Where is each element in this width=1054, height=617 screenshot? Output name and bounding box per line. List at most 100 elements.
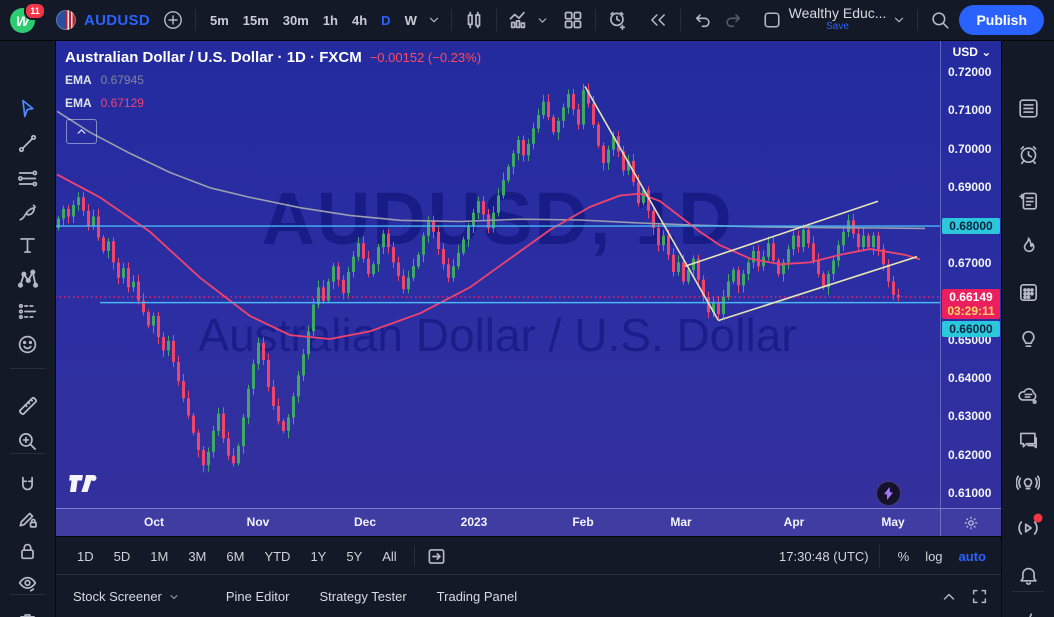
tool-zoom-in[interactable] xyxy=(11,426,45,456)
indicator-templates-button[interactable] xyxy=(534,5,552,35)
journal-button[interactable] xyxy=(1011,185,1045,215)
notifications-button[interactable] xyxy=(1011,561,1045,591)
tradingview-logo[interactable] xyxy=(69,474,99,496)
divider xyxy=(194,9,196,31)
candle-body xyxy=(322,287,325,301)
timeframe-button-4h[interactable]: 4h xyxy=(345,9,374,32)
candle-body xyxy=(537,115,540,129)
quick-search-button[interactable] xyxy=(925,5,955,35)
chart-settings-button[interactable] xyxy=(958,513,984,533)
range-button-5d[interactable]: 5D xyxy=(106,545,139,568)
price-label-68000: 0.68000 xyxy=(942,218,1000,234)
publish-button[interactable]: Publish xyxy=(959,5,1044,35)
range-button-3m[interactable]: 3M xyxy=(180,545,214,568)
quick-trade-lightning-button[interactable] xyxy=(876,481,901,506)
minds-button[interactable] xyxy=(1011,380,1045,410)
candle-body xyxy=(662,235,665,246)
compare-add-symbol-button[interactable] xyxy=(158,5,188,35)
timeframe-button-1h[interactable]: 1h xyxy=(316,9,345,32)
search-icon xyxy=(932,12,949,29)
tool-cursor[interactable] xyxy=(11,93,45,123)
timeframe-menu-button[interactable] xyxy=(424,5,444,35)
tool-text[interactable] xyxy=(11,230,45,260)
timeframe-button-D[interactable]: D xyxy=(374,9,397,32)
layout-menu-chevron[interactable] xyxy=(888,5,910,35)
time-axis[interactable]: Oct Nov Dec 2023 Feb Mar Apr May xyxy=(55,508,1002,536)
save-layout-indicator[interactable] xyxy=(757,5,787,35)
range-button-1d[interactable]: 1D xyxy=(69,545,102,568)
zoom-in-icon xyxy=(19,432,36,450)
candle-body xyxy=(92,216,95,227)
layout-name: Wealthy Educ... xyxy=(788,5,887,21)
range-button-all[interactable]: All xyxy=(374,545,404,568)
range-button-ytd[interactable]: YTD xyxy=(256,545,298,568)
alarm-clock-icon xyxy=(1020,145,1036,164)
calendar-button[interactable] xyxy=(1011,277,1045,307)
save-label[interactable]: Save xyxy=(826,20,849,33)
candle-body xyxy=(422,235,425,255)
layout-grid-button[interactable] xyxy=(558,5,588,35)
price-axis[interactable]: USD ⌄ 0.72000 0.71000 0.70000 0.69000 0.6700… xyxy=(940,40,1002,508)
symbol-search-button[interactable]: AUDUSD xyxy=(84,12,150,29)
range-button-1m[interactable]: 1M xyxy=(142,545,176,568)
tool-fib-retracement[interactable] xyxy=(11,163,45,193)
tool-forecast[interactable] xyxy=(11,296,45,326)
candle-body xyxy=(177,361,180,382)
timeframe-button-W[interactable]: W xyxy=(398,9,424,32)
watchlist-button[interactable] xyxy=(1011,93,1045,123)
maximize-panel-button[interactable] xyxy=(934,582,964,612)
indicators-button[interactable] xyxy=(504,5,534,35)
fullscreen-button[interactable] xyxy=(964,582,994,612)
range-button-1y[interactable]: 1Y xyxy=(302,545,334,568)
redo-button[interactable] xyxy=(718,5,748,35)
hotlists-button[interactable] xyxy=(1011,231,1045,261)
account-menu-button[interactable]: W 11 xyxy=(8,2,46,35)
footer-tab-stock-screener[interactable]: Stock Screener xyxy=(73,589,180,604)
chart-pane[interactable]: AUDUSD, 1D Australian Dollar / U.S. Doll… xyxy=(55,40,1002,536)
legend-collapse-button[interactable] xyxy=(66,119,97,144)
bar-replay-button[interactable] xyxy=(643,5,673,35)
range-button-6m[interactable]: 6M xyxy=(218,545,252,568)
timeframe-button-30m[interactable]: 30m xyxy=(276,9,316,32)
timeframe-button-15m[interactable]: 15m xyxy=(236,9,276,32)
streams-button[interactable] xyxy=(1011,513,1045,543)
timeframe-button-5m[interactable]: 5m xyxy=(203,9,236,32)
indicator-row-ema1[interactable]: EMA 0.67945 xyxy=(65,72,481,89)
auto-scale-button[interactable]: auto xyxy=(951,545,994,568)
tool-measure[interactable] xyxy=(11,391,45,421)
go-to-date-button[interactable] xyxy=(422,541,452,571)
tool-brush[interactable] xyxy=(11,197,45,227)
tool-remove-all[interactable] xyxy=(11,606,45,617)
chart-style-button[interactable] xyxy=(459,5,489,35)
chat-button[interactable] xyxy=(1011,425,1045,455)
alerts-button[interactable] xyxy=(1011,139,1045,169)
tool-magnet[interactable] xyxy=(11,470,45,500)
candle-body xyxy=(227,438,230,456)
candle-body xyxy=(397,262,400,276)
undo-button[interactable] xyxy=(688,5,718,35)
footer-tab-trading-panel[interactable]: Trading Panel xyxy=(437,589,517,604)
clock-utc[interactable]: 17:30:48 (UTC) xyxy=(779,549,869,564)
collapse-panel-button[interactable] xyxy=(1011,605,1045,617)
range-button-5y[interactable]: 5Y xyxy=(338,545,370,568)
ideas-stream-button[interactable] xyxy=(1011,468,1045,498)
ideas-button[interactable] xyxy=(1011,323,1045,353)
tool-xabcd-pattern[interactable] xyxy=(11,264,45,294)
percent-scale-button[interactable]: % xyxy=(890,545,918,568)
layout-name-menu[interactable]: Wealthy Educ... Save xyxy=(788,5,887,33)
footer-tab-pine-editor[interactable]: Pine Editor xyxy=(226,589,290,604)
price-axis-currency[interactable]: USD ⌄ xyxy=(941,45,1002,59)
tool-emoji[interactable] xyxy=(11,329,45,359)
price-label-66000: 0.66000 xyxy=(942,321,1000,337)
create-alert-button[interactable] xyxy=(603,5,633,35)
tool-trend-line[interactable] xyxy=(11,128,45,158)
tool-drawing-mode[interactable] xyxy=(11,503,45,533)
log-scale-button[interactable]: log xyxy=(917,545,950,568)
candle-body xyxy=(107,241,110,251)
chart-title[interactable]: Australian Dollar / U.S. Dollar · 1D · F… xyxy=(65,49,362,66)
footer-tab-strategy-tester[interactable]: Strategy Tester xyxy=(319,589,406,604)
indicator-row-ema2[interactable]: EMA 0.67129 xyxy=(65,95,481,112)
candle-body xyxy=(472,212,475,227)
tool-lock-all[interactable] xyxy=(11,536,45,566)
price-tick-label: 0.69000 xyxy=(948,179,992,194)
